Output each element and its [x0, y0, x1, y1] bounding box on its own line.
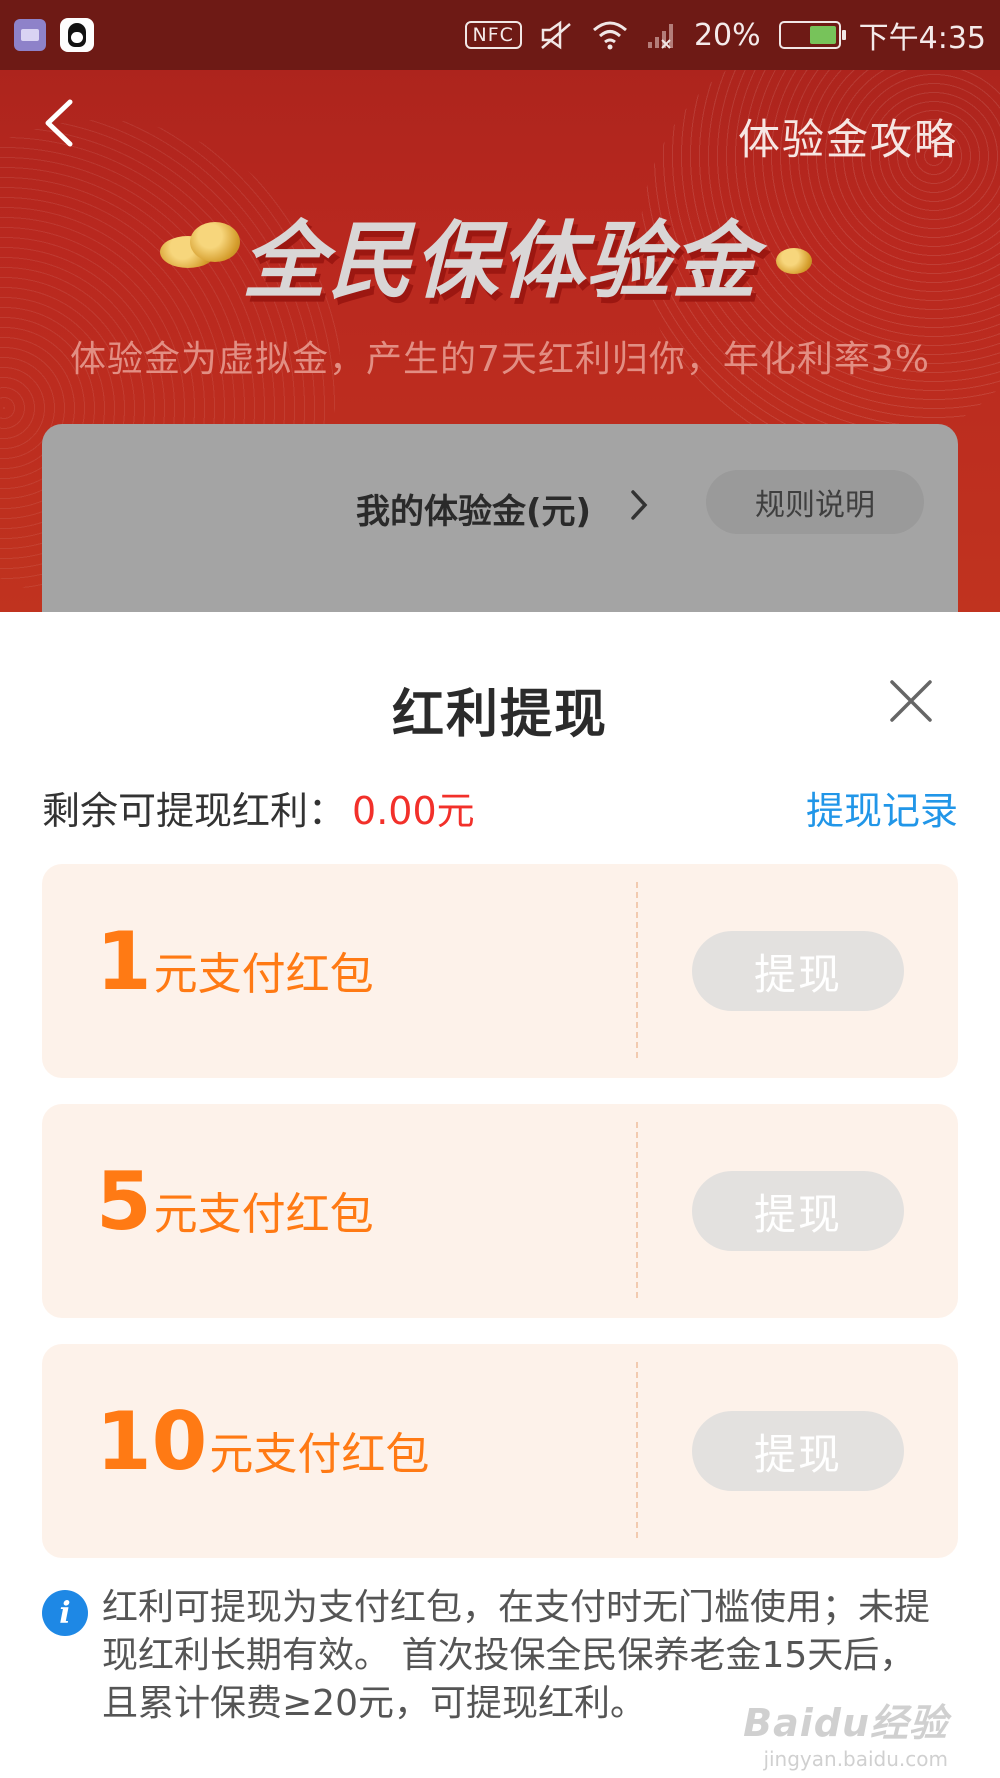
status-bar: NFC 20% 下午4:35	[0, 0, 1000, 70]
rules-button[interactable]: 规则说明	[706, 470, 924, 534]
battery-icon	[778, 21, 846, 49]
mute-icon	[541, 20, 571, 50]
coupon-value: 1	[96, 915, 152, 1008]
gallery-app-icon	[14, 19, 46, 51]
hero-title: 全民保体验金	[241, 212, 758, 310]
coupon-card: 5 元支付红包 提现	[42, 1104, 958, 1318]
watermark-url: jingyan.baidu.com	[763, 1747, 948, 1771]
coupon-amount: 1 元支付红包	[96, 922, 374, 1002]
wifi-icon	[592, 21, 627, 50]
signal-icon	[647, 24, 673, 49]
watermark: Baidu经验 jingyan.baidu.com	[743, 1692, 948, 1771]
withdraw-button[interactable]: 提现	[692, 1171, 904, 1251]
chevron-right-icon	[631, 490, 648, 520]
balance-row: 剩余可提现红利： 0.00元	[42, 780, 475, 835]
coupon-label: 元支付红包	[153, 949, 374, 1000]
info-icon: i	[42, 1590, 88, 1636]
experience-card[interactable]: 我的体验金(元) 规则说明 50	[42, 424, 958, 612]
hero-subtitle: 体验金为虚拟金，产生的7天红利归你，年化利率3%	[69, 339, 931, 380]
coupon-value: 10	[96, 1395, 208, 1488]
dashed-divider	[636, 1362, 638, 1538]
close-icon[interactable]	[886, 676, 936, 726]
battery-percent: 20%	[693, 17, 761, 53]
balance-label: 剩余可提现红利：	[42, 789, 347, 833]
withdraw-button[interactable]: 提现	[692, 931, 904, 1011]
background-page: NFC 20% 下午4:35 体验金攻略 全民保体验金 体验金为虚拟金，产生的7…	[0, 0, 1000, 612]
qq-app-icon	[60, 18, 94, 52]
strategy-link[interactable]: 体验金攻略	[738, 106, 958, 167]
coupon-amount: 5 元支付红包	[96, 1162, 374, 1242]
coupon-amount: 10 元支付红包	[96, 1402, 429, 1482]
withdraw-button[interactable]: 提现	[692, 1411, 904, 1491]
nfc-indicator: NFC	[464, 21, 522, 49]
coupon-label: 元支付红包	[153, 1189, 374, 1240]
status-time: 下午4:35	[858, 21, 986, 56]
withdraw-record-link[interactable]: 提现记录	[806, 780, 958, 835]
watermark-logo: Baidu经验	[743, 1701, 948, 1745]
withdraw-sheet: 红利提现 剩余可提现红利： 0.00元 提现记录 1 元支付红包 提现 5 元支付…	[0, 612, 1000, 1778]
dashed-divider	[636, 882, 638, 1058]
chevron-left-icon[interactable]	[40, 98, 84, 148]
experience-amount: 50	[432, 594, 599, 612]
dashed-divider	[636, 1122, 638, 1298]
sheet-title: 红利提现	[391, 685, 608, 745]
coupon-label: 元支付红包	[209, 1429, 430, 1480]
experience-card-title: 我的体验金(元)	[356, 492, 592, 532]
coupon-card: 10 元支付红包 提现	[42, 1344, 958, 1558]
balance-value: 0.00元	[352, 789, 475, 833]
coupon-value: 5	[96, 1155, 152, 1248]
coupon-card: 1 元支付红包 提现	[42, 864, 958, 1078]
